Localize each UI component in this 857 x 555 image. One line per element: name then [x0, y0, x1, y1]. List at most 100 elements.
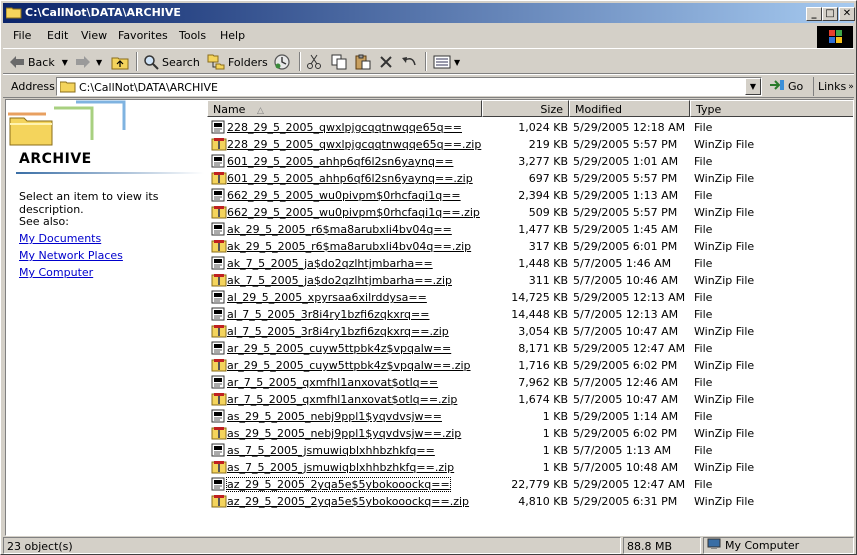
winzip-icon: [211, 426, 227, 440]
file-icon: [211, 290, 225, 304]
menu-file[interactable]: File: [13, 29, 31, 42]
column-header-modified[interactable]: Modified: [569, 100, 690, 117]
file-row[interactable]: 601_29_5_2005_ahhp6qf6l2sn6yaynq==.zip 69…: [207, 170, 853, 187]
menu-tools[interactable]: Tools: [179, 29, 206, 42]
file-row[interactable]: 662_29_5_2005_wu0pivpm$0rhcfaqi1q==.zip 5…: [207, 204, 853, 221]
links-button[interactable]: Links »: [813, 77, 854, 96]
file-name: 662_29_5_2005_wu0pivpm$0rhcfaqi1q==.zip: [227, 206, 480, 219]
file-icon: [211, 375, 225, 389]
folder-title: ARCHIVE: [19, 151, 92, 167]
views-button[interactable]: ▼: [433, 52, 460, 72]
undo-button[interactable]: [401, 52, 417, 72]
file-row[interactable]: 228_29_5_2005_qwxlpjgcqqtnwqqe65q==.zip 2…: [207, 136, 853, 153]
file-modified: 5/29/2005 1:13 AM: [573, 189, 679, 202]
divider: [16, 172, 204, 174]
up-folder-button[interactable]: [111, 52, 129, 72]
folders-label: Folders: [228, 55, 268, 69]
file-size: 3,054 KB: [518, 325, 568, 338]
file-row[interactable]: ar_7_5_2005_qxmfhl1anxovat$otlq==.zip 1,6…: [207, 391, 853, 408]
column-header-type[interactable]: Type: [690, 100, 853, 117]
menu-favorites[interactable]: Favorites: [118, 29, 168, 42]
file-type: File: [694, 223, 713, 236]
file-row[interactable]: al_29_5_2005_xpyrsaa6xilrddysa== 14,725 K…: [207, 289, 853, 306]
close-button[interactable]: ✕: [839, 7, 855, 21]
file-name: 662_29_5_2005_wu0pivpm$0rhcfaqi1q==: [227, 189, 461, 202]
file-name: 228_29_5_2005_qwxlpjgcqqtnwqqe65q==.zip: [227, 138, 482, 151]
file-row[interactable]: 662_29_5_2005_wu0pivpm$0rhcfaqi1q== 2,394…: [207, 187, 853, 204]
maximize-button[interactable]: □: [822, 7, 838, 21]
file-row[interactable]: ak_29_5_2005_r6$ma8arubxli4bv04q==.zip 31…: [207, 238, 853, 255]
forward-button[interactable]: ▼: [75, 52, 102, 72]
title-bar[interactable]: C:\CallNot\DATA\ARCHIVE _ □ ✕: [3, 3, 855, 23]
search-label: Search: [162, 55, 200, 69]
winzip-icon: [211, 171, 227, 185]
file-row[interactable]: ak_7_5_2005_ja$do2qzlhtjmbarha==.zip 311 …: [207, 272, 853, 289]
go-button[interactable]: Go: [769, 78, 803, 95]
delete-button[interactable]: [379, 52, 393, 72]
menu-help[interactable]: Help: [220, 29, 245, 42]
link-my-computer[interactable]: My Computer: [19, 266, 93, 279]
link-my-documents[interactable]: My Documents: [19, 232, 101, 245]
menu-bar: File Edit View Favorites Tools Help: [3, 25, 813, 47]
copy-to-button[interactable]: [331, 52, 347, 72]
address-value: C:\CallNot\DATA\ARCHIVE: [79, 81, 218, 94]
file-size: 1 KB: [542, 410, 568, 423]
file-name: ak_29_5_2005_r6$ma8arubxli4bv04q==.zip: [227, 240, 472, 253]
file-row[interactable]: ar_29_5_2005_cuyw5ttpbk4z$vpqalw==.zip 1,…: [207, 357, 853, 374]
file-row[interactable]: ak_7_5_2005_ja$do2qzlhtjmbarha== 1,448 KB…: [207, 255, 853, 272]
undo-icon: [401, 55, 417, 69]
menu-view[interactable]: View: [81, 29, 107, 42]
file-icon: [211, 188, 225, 202]
address-input[interactable]: C:\CallNot\DATA\ARCHIVE ▼: [56, 77, 762, 96]
file-row[interactable]: as_7_5_2005_jsmuwiqblxhhbzhkfq== 1 KB 5/7/…: [207, 442, 853, 459]
toolbar-separator: [136, 52, 138, 71]
file-name: as_7_5_2005_jsmuwiqblxhhbzhkfq==: [227, 444, 435, 457]
link-my-network-places[interactable]: My Network Places: [19, 249, 123, 262]
description-text: Select an item to view its description.: [19, 190, 159, 216]
file-row[interactable]: ar_7_5_2005_qxmfhl1anxovat$otlq== 7,962 K…: [207, 374, 853, 391]
file-row[interactable]: as_7_5_2005_jsmuwiqblxhhbzhkfq==.zip 1 KB…: [207, 459, 853, 476]
status-location: My Computer: [725, 539, 800, 552]
winzip-icon: [211, 137, 227, 151]
file-modified: 5/29/2005 1:01 AM: [573, 155, 679, 168]
history-button[interactable]: [273, 52, 291, 72]
move-to-button[interactable]: [306, 52, 322, 72]
toolbar-separator: [299, 52, 301, 71]
folders-button[interactable]: Folders: [207, 52, 268, 72]
window-title: C:\CallNot\DATA\ARCHIVE: [25, 6, 181, 19]
file-name: as_7_5_2005_jsmuwiqblxhhbzhkfq==.zip: [227, 461, 455, 474]
file-row[interactable]: az_29_5_2005_2yqa5e$5ybokooockq== 22,779 …: [207, 476, 853, 493]
forward-arrow-icon: [75, 55, 91, 69]
status-zone: My Computer: [703, 537, 854, 554]
winzip-icon: [211, 239, 227, 253]
file-row[interactable]: al_7_5_2005_3r8i4ry1bzfi6zqkxrq==.zip 3,0…: [207, 323, 853, 340]
file-row[interactable]: as_29_5_2005_nebj9ppl1$yqvdvsjw== 1 KB 5/2…: [207, 408, 853, 425]
paste-button[interactable]: [355, 52, 371, 72]
file-row[interactable]: ar_29_5_2005_cuyw5ttpbk4z$vpqalw== 8,171 …: [207, 340, 853, 357]
file-row[interactable]: al_7_5_2005_3r8i4ry1bzfi6zqkxrq== 14,448 …: [207, 306, 853, 323]
file-row[interactable]: 601_29_5_2005_ahhp6qf6l2sn6yaynq== 3,277 …: [207, 153, 853, 170]
file-size: 3,277 KB: [518, 155, 568, 168]
standard-toolbar: Back ▼ ▼ Search Folders ▼: [3, 48, 854, 74]
file-name: as_29_5_2005_nebj9ppl1$yqvdvsjw==.zip: [227, 427, 462, 440]
menu-edit[interactable]: Edit: [47, 29, 68, 42]
file-row[interactable]: az_29_5_2005_2yqa5e$5ybokooockq==.zip 4,8…: [207, 493, 853, 510]
column-header-size[interactable]: Size: [482, 100, 569, 117]
file-modified: 5/7/2005 1:13 AM: [573, 444, 672, 457]
minimize-button[interactable]: _: [806, 7, 822, 21]
file-icon: [211, 307, 225, 321]
address-dropdown-button[interactable]: ▼: [745, 78, 761, 95]
file-row[interactable]: 228_29_5_2005_qwxlpjgcqqtnwqqe65q== 1,024…: [207, 119, 853, 136]
back-button[interactable]: Back ▼: [9, 52, 68, 72]
file-type: File: [694, 444, 713, 457]
file-name: as_29_5_2005_nebj9ppl1$yqvdvsjw==: [227, 410, 442, 423]
file-size: 7,962 KB: [518, 376, 568, 389]
file-row[interactable]: ak_29_5_2005_r6$ma8arubxli4bv04q== 1,477 …: [207, 221, 853, 238]
chevron-down-icon: ▼: [61, 57, 68, 67]
search-button[interactable]: Search: [143, 52, 200, 72]
folder-banner-icon: [6, 100, 130, 151]
column-header-name[interactable]: Name △: [207, 100, 482, 117]
file-size: 8,171 KB: [518, 342, 568, 355]
file-size: 1,716 KB: [518, 359, 568, 372]
file-row[interactable]: as_29_5_2005_nebj9ppl1$yqvdvsjw==.zip 1 K…: [207, 425, 853, 442]
